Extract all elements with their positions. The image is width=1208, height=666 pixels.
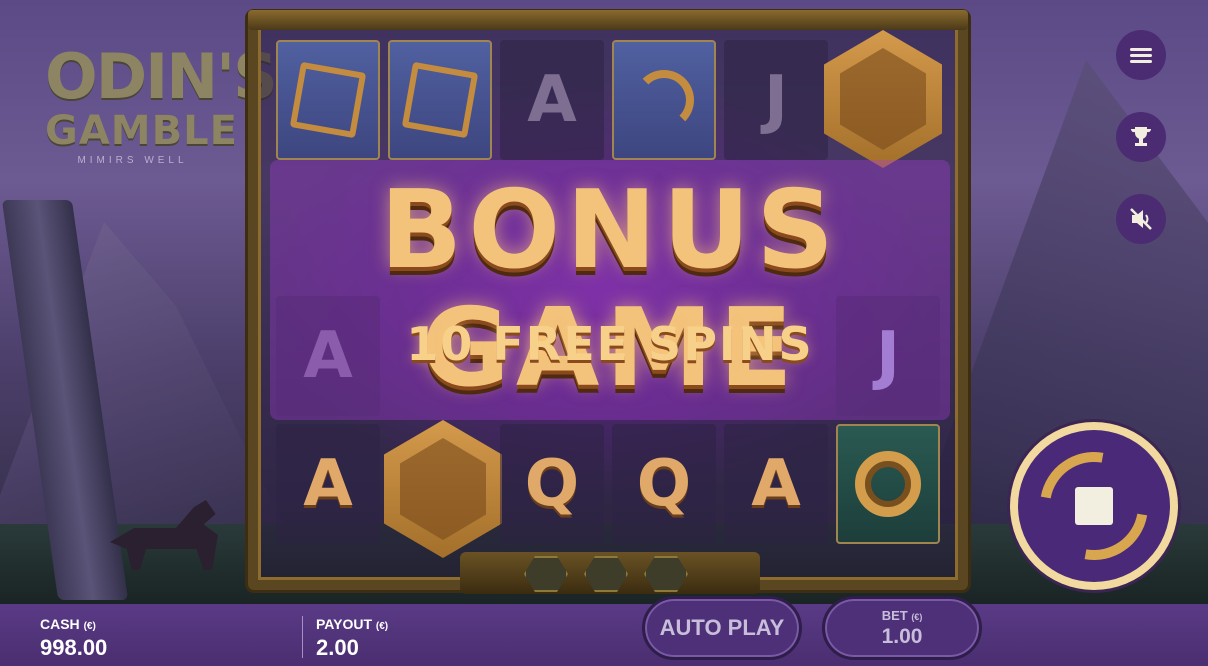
- valknut-symbol-icon: [289, 61, 367, 139]
- bet-value: 1.00: [881, 624, 923, 648]
- reel-cell-letter: A: [724, 424, 828, 544]
- leaderboard-button[interactable]: [1116, 112, 1166, 162]
- horn-symbol-icon: [634, 70, 694, 130]
- sound-muted-icon: [1130, 208, 1152, 230]
- sound-toggle-button[interactable]: [1116, 194, 1166, 244]
- trophy-icon: [1130, 127, 1152, 146]
- cash-display: CASH (€) 998.00: [40, 616, 107, 661]
- autoplay-label: AUTO PLAY: [659, 615, 785, 640]
- letter-symbol: Q: [524, 447, 580, 521]
- logo-line-2: GAMBLE: [45, 108, 238, 154]
- reel-cell-letter: A: [500, 40, 604, 160]
- reel-cell-symbol-horn: [612, 40, 716, 160]
- letter-symbol: A: [527, 63, 577, 137]
- reel-cell-letter: J: [724, 40, 828, 160]
- reel-cell-letter: Q: [500, 424, 604, 544]
- free-spins-count: 10 FREE SPINS: [406, 317, 814, 371]
- payout-currency: (€): [375, 621, 389, 632]
- ring-symbol-icon: [855, 451, 921, 517]
- bar-divider: [302, 616, 303, 658]
- reel-cell-symbol-knot: [276, 40, 380, 160]
- spin-button-face: [1018, 430, 1170, 582]
- bet-currency: (€): [911, 611, 923, 622]
- cash-label: CASH: [40, 616, 80, 632]
- game-logo: ODIN'S GAMBLE MIMIRS WELL: [45, 40, 278, 180]
- payout-display: PAYOUT (€) 2.00: [316, 616, 388, 661]
- spin-stop-button[interactable]: [1010, 422, 1178, 590]
- bonus-game-title: BONUS GAME: [380, 168, 840, 411]
- payout-label: PAYOUT: [316, 616, 373, 632]
- valknut-symbol-icon: [401, 61, 479, 139]
- bet-button[interactable]: BET (€) 1.00: [822, 596, 982, 660]
- bottom-bar: CASH (€) 998.00 PAYOUT (€) 2.00: [0, 604, 1208, 666]
- bet-label: BET: [881, 607, 908, 623]
- letter-symbol: A: [303, 447, 353, 521]
- cash-value: 998.00: [40, 635, 108, 660]
- letter-symbol: Q: [636, 447, 692, 521]
- reel-cell-symbol-knot: [388, 40, 492, 160]
- reel-cell-letter: A: [276, 424, 380, 544]
- refresh-arrows-icon: [1018, 430, 1170, 582]
- logo-line-1: ODIN'S: [45, 40, 278, 113]
- menu-button[interactable]: [1116, 30, 1166, 80]
- reel-cell-letter: Q: [612, 424, 716, 544]
- game-scene: ODIN'S GAMBLE MIMIRS WELL A J A J A Q Q …: [0, 0, 1208, 604]
- reel-cell-symbol-ring: [836, 424, 940, 544]
- autoplay-button[interactable]: AUTO PLAY: [642, 596, 802, 660]
- letter-symbol: A: [751, 447, 801, 521]
- logo-subtitle: MIMIRS WELL: [77, 155, 188, 166]
- letter-symbol: J: [764, 63, 788, 137]
- payout-value: 2.00: [316, 635, 359, 660]
- hamburger-menu-icon: [1130, 45, 1152, 66]
- reel-frame-top: [248, 10, 968, 30]
- cash-currency: (€): [83, 621, 96, 632]
